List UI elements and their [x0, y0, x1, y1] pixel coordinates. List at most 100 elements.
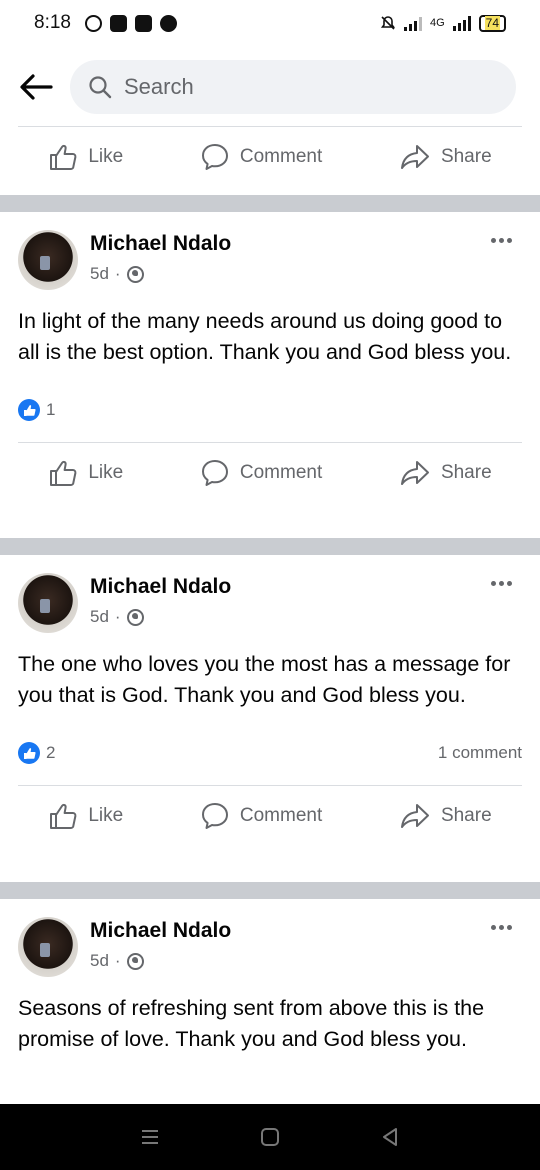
post-card: Michael Ndalo 5d · In light of the many … [0, 212, 540, 503]
globe-icon [126, 265, 144, 283]
like-count: 2 [46, 743, 56, 762]
like-reaction-icon [18, 742, 40, 764]
post-meta: 5d · [90, 951, 231, 971]
post-time[interactable]: 5d [90, 951, 109, 971]
post-card: Michael Ndalo 5d · Seasons of refreshing… [0, 899, 540, 1055]
meta-dot: · [114, 951, 121, 970]
post-text: In light of the many needs around us doi… [18, 309, 512, 364]
mute-icon [380, 16, 396, 30]
post-header: Michael Ndalo 5d · [0, 555, 540, 649]
avatar[interactable] [18, 573, 78, 633]
author-block: Michael Ndalo 5d · [90, 230, 231, 284]
comment-icon [201, 144, 228, 170]
reactions-row: 2 1 comment [0, 733, 540, 773]
avatar[interactable] [18, 230, 78, 290]
system-nav-bar [0, 1104, 540, 1170]
network-type: 4G [429, 17, 445, 29]
recents-icon[interactable] [140, 1127, 160, 1147]
post-actions: Like Comment Share [0, 443, 540, 503]
like-button[interactable]: Like [48, 458, 123, 488]
like-label: Like [88, 462, 124, 483]
status-bar: 8:18 4G 74 [0, 0, 540, 46]
author-name[interactable]: Michael Ndalo [90, 232, 231, 256]
post-time[interactable]: 5d [90, 607, 109, 627]
status-right: 4G 74 [380, 14, 506, 32]
share-label: Share [440, 146, 492, 167]
notification-app-icon [109, 14, 127, 32]
wifi-signal-icon [403, 15, 422, 31]
back-button[interactable] [16, 67, 56, 107]
search-placeholder: Search [124, 74, 194, 99]
author-block: Michael Ndalo 5d · [90, 917, 231, 971]
more-icon[interactable] [491, 581, 512, 586]
post-actions: Like Comment Share [0, 127, 540, 187]
feed-separator [0, 882, 540, 899]
like-icon [50, 803, 77, 829]
share-icon [400, 804, 429, 828]
back-nav-icon[interactable] [380, 1127, 400, 1147]
battery-level: 74 [484, 15, 500, 30]
comment-button[interactable]: Comment [200, 458, 322, 488]
battery-icon: 74 [478, 14, 506, 32]
more-icon[interactable] [491, 925, 512, 930]
comment-button[interactable]: Comment [200, 801, 322, 831]
like-icon [50, 144, 77, 170]
avatar[interactable] [18, 917, 78, 977]
status-left: 8:18 [34, 12, 177, 34]
share-icon [400, 145, 429, 169]
author-name[interactable]: Michael Ndalo [90, 575, 231, 599]
author-name[interactable]: Michael Ndalo [90, 919, 231, 943]
post-meta: 5d · [90, 607, 231, 627]
globe-icon [126, 608, 144, 626]
post-meta: 5d · [90, 264, 231, 284]
like-icon [50, 460, 77, 486]
like-label: Like [88, 805, 124, 826]
globe-icon [126, 952, 144, 970]
comment-count[interactable]: 1 comment [438, 743, 522, 763]
search-input[interactable]: Search [70, 60, 516, 114]
share-button[interactable]: Share [399, 142, 492, 172]
like-count: 1 [46, 400, 56, 419]
comment-icon [201, 460, 228, 486]
youtube-icon [134, 14, 152, 32]
comment-button[interactable]: Comment [200, 142, 322, 172]
meta-dot: · [114, 607, 121, 626]
chrome-icon [159, 14, 177, 32]
post-text: The one who loves you the most has a mes… [18, 652, 511, 707]
post-text: Seasons of refreshing sent from above th… [18, 996, 485, 1051]
post-actions: Like Comment Share [0, 786, 540, 846]
post-card: Michael Ndalo 5d · The one who loves you… [0, 555, 540, 846]
comment-icon [201, 803, 228, 829]
like-button[interactable]: Like [48, 801, 123, 831]
reaction-summary[interactable]: 1 [18, 399, 55, 421]
author-block: Michael Ndalo 5d · [90, 573, 231, 627]
comment-label: Comment [239, 462, 323, 483]
search-icon [89, 76, 112, 99]
like-label: Like [88, 146, 124, 167]
share-button[interactable]: Share [399, 801, 492, 831]
previous-post-footer: Like Comment Share [0, 126, 540, 187]
status-time: 8:18 [34, 12, 71, 33]
comment-label: Comment [239, 146, 323, 167]
post-header: Michael Ndalo 5d · [0, 899, 540, 993]
feed-separator [0, 538, 540, 555]
feed-separator [0, 195, 540, 212]
meta-dot: · [114, 264, 121, 283]
share-icon [400, 461, 429, 485]
top-bar: Search [0, 56, 540, 118]
post-time[interactable]: 5d [90, 264, 109, 284]
share-label: Share [440, 462, 492, 483]
share-button[interactable]: Share [399, 458, 492, 488]
back-arrow-icon [20, 74, 53, 100]
like-reaction-icon [18, 399, 40, 421]
more-icon[interactable] [491, 238, 512, 243]
home-icon[interactable] [260, 1127, 280, 1147]
whatsapp-icon [84, 14, 102, 32]
reactions-row: 1 [0, 390, 540, 430]
comment-label: Comment [239, 805, 323, 826]
cell-signal-icon [452, 15, 471, 31]
share-label: Share [440, 805, 492, 826]
reaction-summary[interactable]: 2 [18, 742, 55, 764]
like-button[interactable]: Like [48, 142, 123, 172]
post-header: Michael Ndalo 5d · [0, 212, 540, 306]
